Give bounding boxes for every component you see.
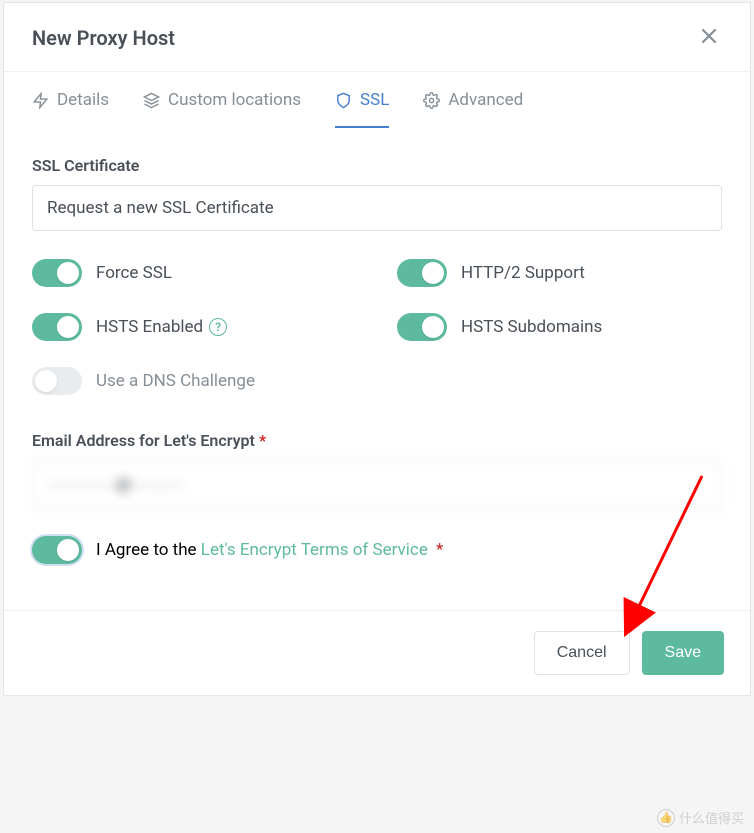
gear-icon xyxy=(423,92,440,109)
dns-challenge-row: Use a DNS Challenge xyxy=(32,367,722,395)
ssl-certificate-label: SSL Certificate xyxy=(32,156,722,175)
dns-challenge-toggle[interactable] xyxy=(32,367,82,395)
required-star: * xyxy=(432,540,444,560)
help-icon[interactable]: ? xyxy=(209,318,227,336)
cancel-button[interactable]: Cancel xyxy=(534,631,630,675)
tab-label: Custom locations xyxy=(168,90,301,110)
save-button[interactable]: Save xyxy=(642,631,724,675)
email-input[interactable] xyxy=(32,460,722,510)
force-ssl-row: Force SSL xyxy=(32,259,357,287)
layers-icon xyxy=(143,92,160,109)
http2-toggle[interactable] xyxy=(397,259,447,287)
agree-prefix: I Agree to the xyxy=(96,540,201,560)
tab-custom-locations[interactable]: Custom locations xyxy=(143,90,301,128)
tab-advanced[interactable]: Advanced xyxy=(423,90,523,128)
ssl-certificate-select[interactable]: Request a new SSL Certificate xyxy=(32,185,722,231)
email-label: Email Address for Let's Encrypt* xyxy=(32,431,722,450)
toggle-grid: Force SSL HTTP/2 Support HSTS Enabled ? … xyxy=(32,259,722,341)
modal-footer: Cancel Save xyxy=(4,610,750,695)
watermark-text: 什么值得买 xyxy=(679,808,744,827)
http2-row: HTTP/2 Support xyxy=(397,259,722,287)
hsts-text: HSTS Enabled xyxy=(96,317,203,337)
ssl-certificate-value: Request a new SSL Certificate xyxy=(47,198,274,218)
agree-row: I Agree to the Let's Encrypt Terms of Se… xyxy=(32,536,722,564)
modal-body: SSL Certificate Request a new SSL Certif… xyxy=(4,128,750,574)
lightning-icon xyxy=(32,92,49,109)
new-proxy-host-modal: New Proxy Host Details Custom locations … xyxy=(3,2,751,696)
close-button[interactable] xyxy=(696,25,722,51)
shield-icon xyxy=(335,92,352,109)
thumb-icon: 👍 xyxy=(657,809,675,827)
close-icon xyxy=(700,25,718,50)
terms-link[interactable]: Let's Encrypt Terms of Service xyxy=(201,540,428,560)
http2-label: HTTP/2 Support xyxy=(461,263,585,283)
tab-label: Details xyxy=(57,90,109,110)
email-section: Email Address for Let's Encrypt* xyxy=(32,431,722,510)
tab-ssl[interactable]: SSL xyxy=(335,90,389,128)
watermark: 👍 什么值得买 xyxy=(657,808,744,827)
modal-title: New Proxy Host xyxy=(32,26,175,50)
required-star: * xyxy=(259,431,266,450)
tab-label: SSL xyxy=(360,90,389,110)
hsts-label: HSTS Enabled ? xyxy=(96,317,227,337)
agree-text: I Agree to the Let's Encrypt Terms of Se… xyxy=(96,540,443,560)
modal-header: New Proxy Host xyxy=(4,3,750,72)
hsts-sub-label: HSTS Subdomains xyxy=(461,317,602,337)
hsts-sub-toggle[interactable] xyxy=(397,313,447,341)
dns-challenge-label: Use a DNS Challenge xyxy=(96,371,255,391)
hsts-sub-row: HSTS Subdomains xyxy=(397,313,722,341)
force-ssl-label: Force SSL xyxy=(96,263,172,283)
tab-label: Advanced xyxy=(448,90,523,110)
hsts-row: HSTS Enabled ? xyxy=(32,313,357,341)
email-label-text: Email Address for Let's Encrypt xyxy=(32,431,255,450)
tab-bar: Details Custom locations SSL Advanced xyxy=(4,72,750,128)
force-ssl-toggle[interactable] xyxy=(32,259,82,287)
tab-details[interactable]: Details xyxy=(32,90,109,128)
agree-toggle[interactable] xyxy=(32,536,82,564)
hsts-toggle[interactable] xyxy=(32,313,82,341)
